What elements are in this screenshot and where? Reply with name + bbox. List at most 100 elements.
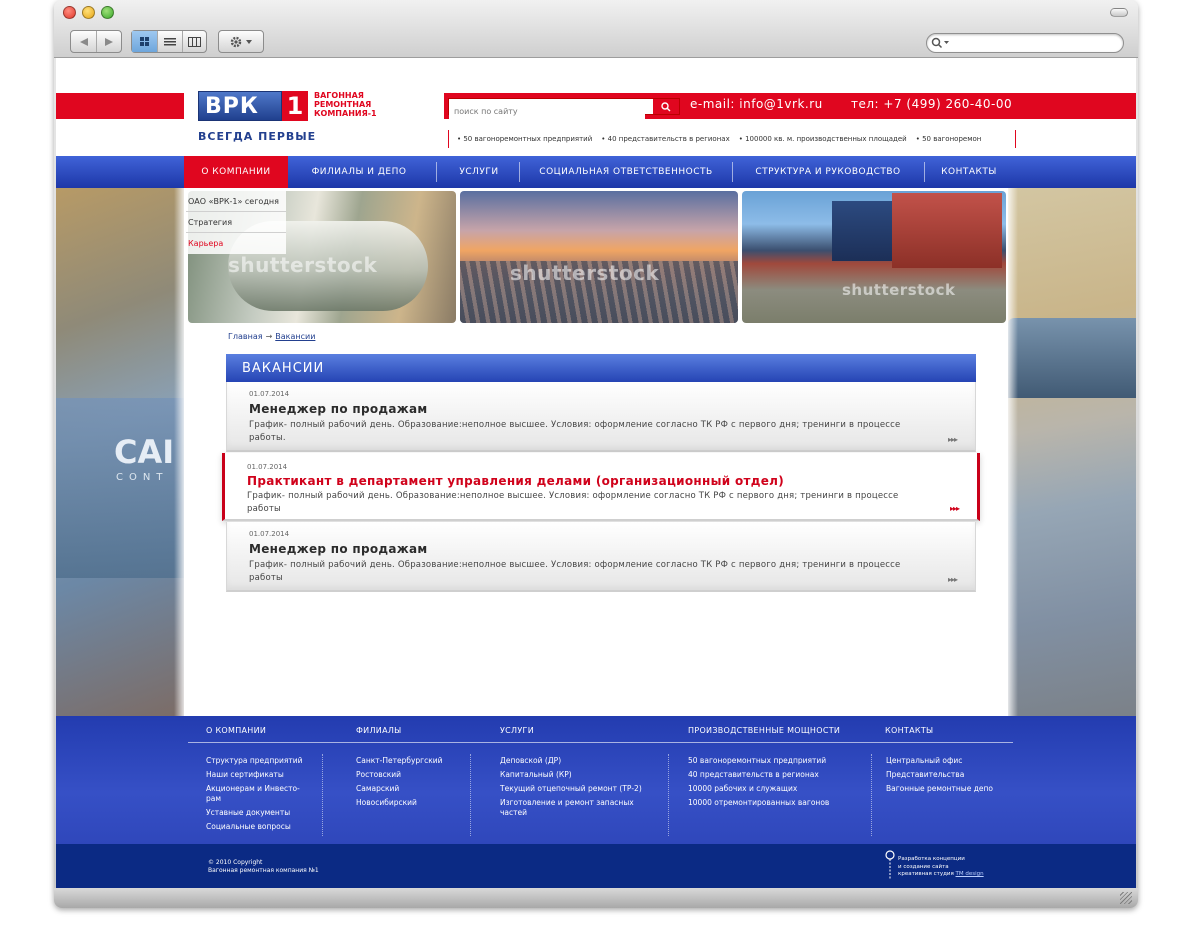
footer-link[interactable]: Ростовский	[356, 768, 443, 782]
footer-column-divider	[470, 754, 471, 836]
footer-link[interactable]: Уставные документы	[206, 806, 308, 820]
footer-heading-services[interactable]: УСЛУГИ	[500, 726, 534, 735]
action-menu-button[interactable]	[218, 30, 264, 53]
site-search-input[interactable]	[449, 104, 645, 119]
footer-link[interactable]: 50 вагоноремонтных предприятий	[688, 754, 829, 768]
main-navigation: О КОМПАНИИ ФИЛИАЛЫ И ДЕПО УСЛУГИ СОЦИАЛЬ…	[56, 156, 1136, 188]
contact-email[interactable]: e-mail: info@1vrk.ru	[690, 97, 823, 111]
submenu-item-strategy[interactable]: Стратегия	[186, 212, 286, 233]
browser-toolbar	[54, 0, 1138, 58]
footer-link[interactable]: Новосибирский	[356, 796, 443, 810]
back-button[interactable]	[71, 31, 96, 52]
logo-number: 1	[282, 91, 308, 121]
background-photo-right	[1008, 188, 1136, 716]
footer-link[interactable]: Текущий отцепочный ремонт (ТР-2)	[500, 782, 642, 796]
watermark: shutterstock	[510, 261, 660, 285]
footer-link[interactable]: Акционерам и Инвесто-рам	[206, 784, 308, 804]
train-photo	[1008, 318, 1136, 398]
developer-line: и создание сайта	[898, 863, 949, 870]
vacancy-item[interactable]: 01.07.2014 Менеджер по продажам График- …	[226, 522, 976, 592]
footer-link[interactable]: Представительства	[886, 768, 993, 782]
nav-divider	[924, 162, 925, 182]
submenu-item-today[interactable]: ОАО «ВРК-1» сегодня	[186, 191, 286, 212]
icon-view-button[interactable]	[132, 31, 157, 52]
more-arrows-icon[interactable]: ▸▸▸	[948, 575, 958, 584]
footer-column-contacts: Центральный офис Представительства Вагон…	[886, 754, 993, 796]
footer-heading-about[interactable]: О КОМПАНИИ	[206, 726, 266, 735]
column-view-button[interactable]	[182, 31, 206, 52]
footer-heading-contacts[interactable]: КОНТАКТЫ	[885, 726, 933, 735]
footer-column-divider	[668, 754, 669, 836]
footer-link[interactable]: Самарский	[356, 782, 443, 796]
footer-link[interactable]: Санкт-Петербургский	[356, 754, 443, 768]
nav-item-social[interactable]: СОЦИАЛЬНАЯ ОТВЕТСТВЕННОСТЬ	[522, 156, 730, 188]
vacancy-title[interactable]: Менеджер по продажам	[249, 542, 428, 556]
list-view-button[interactable]	[157, 31, 182, 52]
minimize-window-button[interactable]	[82, 6, 95, 19]
developer-logo-icon	[885, 850, 895, 880]
browser-search-field[interactable]	[926, 33, 1124, 53]
company-logo[interactable]: ВРК 1 ВАГОННАЯ РЕМОНТНАЯ КОМПАНИЯ-1	[198, 91, 377, 127]
nav-item-services[interactable]: УСЛУГИ	[440, 156, 518, 188]
footer-link[interactable]: Вагонные ремонтные депо	[886, 782, 993, 796]
nav-divider	[732, 162, 733, 182]
gear-icon	[230, 36, 252, 47]
nav-item-structure[interactable]: СТРУКТУРА И РУКОВОДСТВО	[736, 156, 920, 188]
nav-item-about[interactable]: О КОМПАНИИ	[184, 156, 288, 188]
forward-button[interactable]	[96, 31, 121, 52]
vacancy-description: График- полный рабочий день. Образование…	[249, 420, 901, 443]
footer-link[interactable]: Капитальный (КР)	[500, 768, 642, 782]
logo-text-line2: РЕМОНТНАЯ	[314, 100, 372, 109]
footer-link[interactable]: Изготовление и ремонт запасных частей	[500, 798, 640, 818]
site-search	[448, 98, 680, 119]
developer-link[interactable]: TM design	[956, 871, 984, 877]
fade-overlay	[1008, 188, 1018, 716]
footer-bottom-bar: © 2010 Copyright Вагонная ремонтная комп…	[56, 844, 1136, 888]
breadcrumb-current[interactable]: Вакансии	[275, 332, 315, 341]
breadcrumb-home[interactable]: Главная	[228, 332, 263, 341]
more-arrows-icon[interactable]: ▸▸▸	[950, 504, 960, 513]
container-shape	[832, 201, 892, 261]
vacancy-title[interactable]: Менеджер по продажам	[249, 402, 428, 416]
action-menu-inner	[219, 31, 263, 52]
banner-container-train: shutterstock	[742, 191, 1006, 323]
zoom-window-button[interactable]	[101, 6, 114, 19]
submenu-item-career[interactable]: Карьера	[186, 233, 286, 254]
site-search-button[interactable]	[653, 99, 679, 114]
footer-link[interactable]: Центральный офис	[886, 754, 993, 768]
developer-studio-label: креативная студия	[898, 871, 954, 877]
developer-line: Разработка концепции	[898, 856, 965, 862]
vacancy-date: 01.07.2014	[249, 530, 290, 538]
list-view-icon	[164, 37, 176, 45]
fade-overlay	[174, 188, 184, 716]
footer-column-about: Структура предприятий Наши сертификаты А…	[206, 754, 308, 834]
footer-link[interactable]: Деповской (ДР)	[500, 754, 642, 768]
footer-link[interactable]: Социальные вопросы	[206, 820, 308, 834]
footer-link[interactable]: 40 представительств в регионах	[688, 768, 829, 782]
navigation-buttons	[70, 30, 122, 53]
toolbar-toggle-button[interactable]	[1110, 8, 1128, 17]
footer-link[interactable]: 10000 рабочих и служащих	[688, 782, 829, 796]
vacancies-heading: ВАКАНСИИ	[226, 354, 976, 382]
footer-link[interactable]: 10000 отремонтированных вагонов	[688, 796, 829, 810]
footer-heading-capacity[interactable]: ПРОИЗВОДСТВЕННЫЕ МОЩНОСТИ	[688, 726, 840, 735]
nav-item-branches[interactable]: ФИЛИАЛЫ И ДЕПО	[292, 156, 426, 188]
background-caption: CONT	[116, 472, 169, 483]
more-arrows-icon[interactable]: ▸▸▸	[948, 435, 958, 444]
footer-column-services: Деповской (ДР) Капитальный (КР) Текущий …	[500, 754, 642, 818]
vacancy-title[interactable]: Практикант в департамент управления дела…	[247, 474, 784, 488]
nav-item-contacts[interactable]: КОНТАКТЫ	[928, 156, 1010, 188]
ticker-item: • 40 представительств в регионах	[601, 135, 730, 143]
close-window-button[interactable]	[63, 6, 76, 19]
vacancy-date: 01.07.2014	[249, 390, 290, 398]
resize-grip-icon[interactable]	[1120, 892, 1132, 904]
footer-heading-branches[interactable]: ФИЛИАЛЫ	[356, 726, 402, 735]
logo-text: ВАГОННАЯ РЕМОНТНАЯ КОМПАНИЯ-1	[314, 91, 384, 118]
vacancy-item[interactable]: 01.07.2014 Менеджер по продажам График- …	[226, 382, 976, 452]
footer-link[interactable]: Структура предприятий	[206, 754, 308, 768]
footer-link[interactable]: Наши сертификаты	[206, 768, 308, 782]
web-page: ВРК 1 ВАГОННАЯ РЕМОНТНАЯ КОМПАНИЯ-1 ВСЕГ…	[56, 58, 1136, 888]
vacancy-item-highlighted[interactable]: 01.07.2014 Практикант в департамент упра…	[222, 453, 980, 521]
background-caption: CAI	[114, 433, 175, 471]
copyright-line: © 2010 Copyright	[208, 859, 263, 866]
